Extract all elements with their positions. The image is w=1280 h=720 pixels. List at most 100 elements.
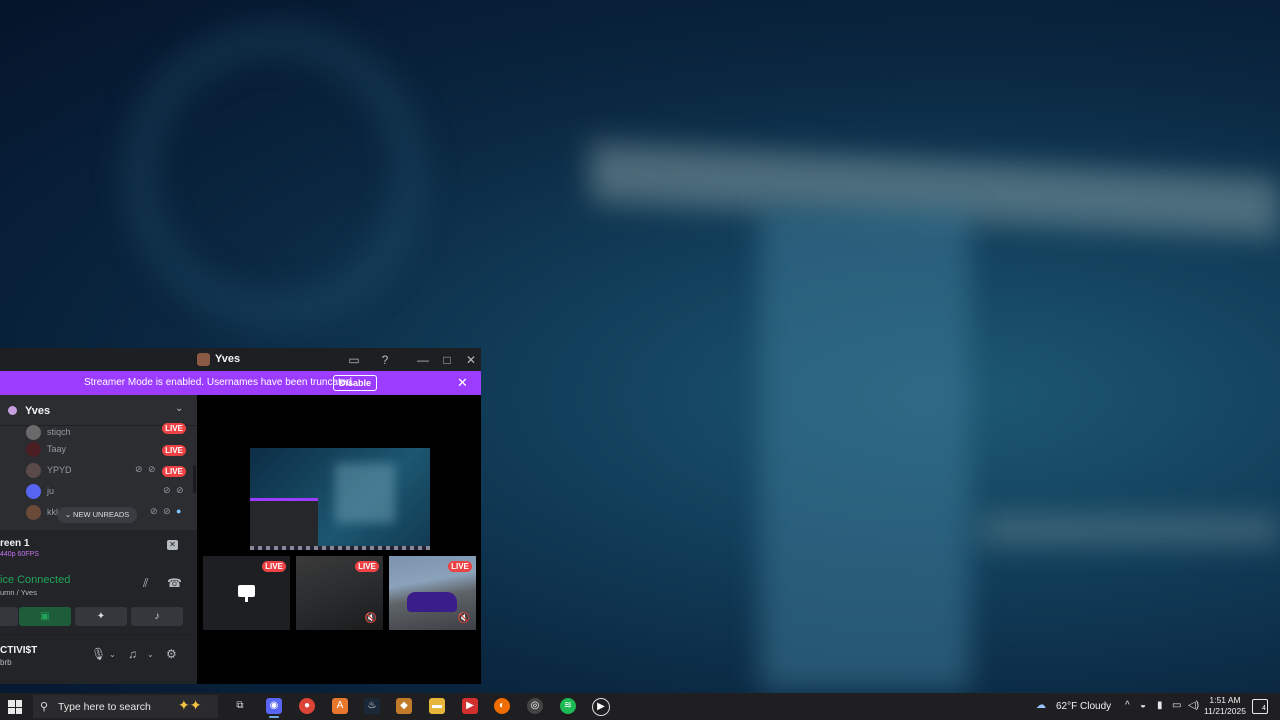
autodesk-taskbar-icon[interactable]: A xyxy=(332,698,348,714)
maximize-icon[interactable]: □ xyxy=(438,351,456,369)
stream-preview-discord xyxy=(250,498,318,548)
video-app-icon[interactable]: ▶ xyxy=(462,698,478,714)
monitor-icon xyxy=(238,585,255,597)
window-title: Yves xyxy=(215,353,241,365)
voice-member-taay[interactable]: Taay LIVE xyxy=(0,440,195,460)
steam-taskbar-icon[interactable]: ♨ xyxy=(364,698,380,714)
settings-gear-icon[interactable]: ⚙ xyxy=(166,647,177,661)
weather-description[interactable]: Cloudy xyxy=(1080,701,1111,712)
soundboard-button[interactable]: ♪ xyxy=(131,607,183,626)
clock-time: 1:51 AM xyxy=(1209,695,1241,705)
minimize-icon[interactable]: — xyxy=(414,351,432,369)
discord-window: Yves ▭ ? — □ ✕ Streamer Mode is enabled.… xyxy=(0,348,481,684)
speaker-muted-icon[interactable]: 🔇 xyxy=(458,613,470,624)
speaker-muted-icon[interactable]: 🔇 xyxy=(365,613,377,624)
mic-tray-icon[interactable]: ▮ xyxy=(1157,700,1163,711)
voice-channel-path[interactable]: umn / Yves xyxy=(0,588,37,597)
discord-avatar-icon xyxy=(26,484,41,499)
user-panel: CTIVI$T brb 🎙 ⌄ ♫ ⌄ ⚙ xyxy=(0,634,197,684)
title-bar[interactable]: Yves ▭ ? — □ ✕ xyxy=(0,348,481,371)
spotify-taskbar-icon[interactable]: ≋ xyxy=(560,698,576,714)
new-unreads-button[interactable]: ⌄ NEW UNREADS xyxy=(57,507,137,523)
mic-options-chevron-icon[interactable]: ⌄ xyxy=(109,650,116,659)
stop-stream-icon[interactable]: ✕ xyxy=(167,540,178,550)
avatar xyxy=(26,463,41,478)
server-header[interactable]: Yves ⌄ xyxy=(0,395,197,426)
streamer-mode-banner: Streamer Mode is enabled. Usernames have… xyxy=(0,371,481,395)
weather-temperature[interactable]: 62°F xyxy=(1056,701,1077,712)
noise-suppression-icon[interactable]: ⫽ xyxy=(143,576,148,591)
chrome-taskbar-icon[interactable]: ● xyxy=(299,698,315,714)
notification-count: 4 xyxy=(1262,705,1266,712)
username[interactable]: CTIVI$T xyxy=(0,645,37,656)
chevron-down-icon[interactable]: ⌄ xyxy=(175,403,183,414)
mic-muted-icon: ⊘ xyxy=(150,506,158,516)
headset-deafened-icon: ⊘ xyxy=(176,485,184,495)
inbox-icon[interactable]: ▭ xyxy=(345,351,363,369)
clock-date: 11/21/2025 xyxy=(1204,706,1246,716)
banner-close-icon[interactable]: ✕ xyxy=(457,375,468,391)
voice-member-ypyd[interactable]: YPYD ⊘ ⊘ LIVE xyxy=(0,461,195,481)
avatar xyxy=(26,442,41,457)
close-icon[interactable]: ✕ xyxy=(462,351,480,369)
help-icon[interactable]: ? xyxy=(376,351,394,369)
server-avatar-icon xyxy=(197,353,210,366)
voice-member-ju[interactable]: ju ⊘ ⊘ xyxy=(0,482,195,502)
live-badge: LIVE xyxy=(262,561,286,572)
disconnect-icon[interactable]: ☎ xyxy=(167,576,182,590)
disable-button[interactable]: Disable xyxy=(333,375,377,391)
stream-tile-game[interactable]: LIVE 🔇 xyxy=(389,556,476,630)
live-badge: LIVE xyxy=(355,561,379,572)
weather-cloud-icon[interactable]: ☁ xyxy=(1036,700,1046,711)
speech-bubble-icon: ● xyxy=(176,506,182,516)
network-status-icon[interactable]: ◒ xyxy=(1140,700,1146,711)
media-player-icon[interactable]: ▶ xyxy=(592,698,610,716)
app-orange-icon[interactable]: ◐ xyxy=(494,698,510,714)
avatar xyxy=(26,425,41,440)
obs-taskbar-icon[interactable]: ◎ xyxy=(527,698,543,714)
live-badge: LIVE xyxy=(162,445,186,456)
live-badge: LIVE xyxy=(448,561,472,572)
stream-tile-screen[interactable]: LIVE xyxy=(203,556,290,630)
headset-deafened-icon: ⊘ xyxy=(163,506,171,516)
member-name: Taay xyxy=(47,444,67,454)
chevron-up-icon[interactable]: ^ xyxy=(1125,700,1130,711)
camera-button[interactable]: ◼ xyxy=(0,607,18,626)
streamer-mode-message: Streamer Mode is enabled. Usernames have… xyxy=(84,377,355,388)
voice-connected-status: ice Connected xyxy=(0,574,71,586)
copilot-sparkle-icon: ✦✦ xyxy=(178,697,202,713)
member-name: YPYD xyxy=(47,465,72,475)
screen-share-quality: 440p 60FPS xyxy=(0,551,39,558)
sidebar-scrollbar[interactable] xyxy=(193,465,196,493)
network-icon[interactable]: ▭ xyxy=(1172,700,1181,711)
member-name: ju xyxy=(47,486,55,496)
server-name: Yves xyxy=(25,405,51,417)
search-icon: ⚲ xyxy=(40,701,49,713)
discord-taskbar-icon[interactable]: ◉ xyxy=(266,698,282,718)
windows-taskbar: ⚲ Type here to search ✦✦ ⧉ ◉ ● A ♨ ◆ ▬ ▶… xyxy=(0,693,1280,720)
volume-icon[interactable]: ◁) xyxy=(1188,700,1199,711)
headset-deafened-icon: ⊘ xyxy=(148,464,156,474)
avatar xyxy=(26,505,41,520)
stream-stage: LIVE LIVE 🔇 LIVE 🔇 xyxy=(197,395,481,684)
member-name: stiqch xyxy=(47,427,71,437)
screen-share-button[interactable]: ▣ xyxy=(19,607,71,626)
mic-muted-icon: ⊘ xyxy=(163,485,171,495)
custom-status: brb xyxy=(0,658,12,667)
system-clock[interactable]: 1:51 AM 11/21/2025 xyxy=(1200,695,1250,717)
task-view-icon[interactable]: ⧉ xyxy=(232,698,248,714)
app-taskbar-icon[interactable]: ◆ xyxy=(396,698,412,714)
audio-options-chevron-icon[interactable]: ⌄ xyxy=(147,650,154,659)
live-badge: LIVE xyxy=(162,423,186,434)
taskbar-search-box[interactable]: ⚲ Type here to search ✦✦ xyxy=(33,695,218,718)
microphone-icon[interactable]: 🎙 xyxy=(91,647,106,661)
headphones-icon[interactable]: ♫ xyxy=(128,647,137,661)
activities-button[interactable]: ✦ xyxy=(75,607,127,626)
focused-stream-video[interactable] xyxy=(250,448,430,550)
file-explorer-icon[interactable]: ▬ xyxy=(429,698,445,714)
live-badge: LIVE xyxy=(162,466,186,477)
screen-share-title: reen 1 xyxy=(0,538,30,549)
stream-tile-room[interactable]: LIVE 🔇 xyxy=(296,556,383,630)
search-placeholder: Type here to search xyxy=(58,701,151,713)
windows-start-icon[interactable] xyxy=(8,700,22,714)
